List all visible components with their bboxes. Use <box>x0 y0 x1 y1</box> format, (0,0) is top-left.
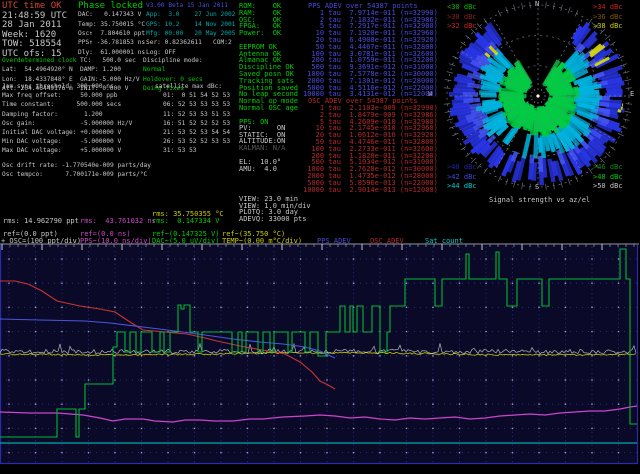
view-settings-row: ADEVQ: 33000 pts <box>239 216 306 223</box>
satellite-max-dbc-header: satellite max dBc: <box>155 84 222 90</box>
legend-pps-adev: PPS ADEV <box>317 238 351 245</box>
legend-gt50dbc: >50 dBc <box>593 183 623 190</box>
osc-adev-table-row: 10000 tau 2.9014e-013 (n=12000) <box>303 187 438 194</box>
cable-delay: Dly: 61.000001 ns <box>78 50 145 56</box>
rms-dac: rms: 0.147334 V <box>152 218 219 225</box>
scale-osc: + OSC=(100 ppt/div) <box>1 238 81 245</box>
legend-gt34dbc: >34 dBc <box>593 4 623 11</box>
satellite-max-dbc-row: 26: 53 52 52 53 53 <box>163 139 230 145</box>
polar-caption: Signal strength vs az/el <box>489 197 590 204</box>
cardinal-s: S <box>535 184 539 191</box>
legend-osc-adev: OSC ADEV <box>370 238 404 245</box>
rms-osc: rms: 14.962790 ppt <box>3 218 79 225</box>
legend-gt44dbc: >44 dBc <box>447 183 477 190</box>
satellite-max-dbc-row: 01: 0 51 54 52 53 <box>163 93 230 99</box>
receiver-health-row: Power: OK <box>239 30 281 37</box>
pps-offset: PPS↑ -36.781853 ns <box>78 40 145 46</box>
legend-sat-count: Sat count <box>425 238 463 245</box>
cardinal-e: E <box>630 91 634 98</box>
disciplining-params-row: Max freq offset: 50.000 ppb <box>2 93 117 99</box>
satellite-max-dbc-row: 21: 53 52 53 54 54 <box>163 130 230 136</box>
discipline-status: Phase locked <box>78 2 143 11</box>
disciplining-params-row: Osc gain: -5.000000 Hz/V <box>2 121 132 127</box>
satellite-max-dbc-row: 11: 52 53 53 51 53 <box>163 112 230 118</box>
disciplining-params-row: Jam sync threshold: 300.000 ns <box>2 84 114 90</box>
disciplining-params-row: Initial DAC voltage: +0.000000 V <box>2 130 121 136</box>
disciplining-params-row: Max DAC voltage: +5.000000 V <box>2 148 121 154</box>
legend-lt30dbc: <30 dBc <box>447 4 477 11</box>
discipline-mode-value: Normal <box>143 67 165 73</box>
log-status: Log: OFF <box>146 50 176 56</box>
discipline-mode-label: Discipline mode: <box>143 58 203 64</box>
disciplining-params-row: Min DAC voltage: -5.000000 V <box>2 139 121 145</box>
disciplining-params-row: Damping factor: 1.200 <box>2 112 103 118</box>
receiver-mode: Overdetermined clock <box>2 58 77 64</box>
legend-gt42dbc: >42 dBc <box>447 174 477 181</box>
satellite-max-dbc-row: 16: 51 52 52 52 53 <box>163 121 230 127</box>
receiver-health-row: Normal OSC age <box>239 105 298 112</box>
cardinal-n: N <box>535 1 539 8</box>
program-version: V3.00 Beta 15 Jan 2011 <box>146 3 228 9</box>
legend-gt30dbc: >30 dBc <box>447 14 477 21</box>
latitude: Lat: 54.4964920° N <box>2 67 73 73</box>
fw-gps-version: GPS: 10.2 14 Nov 2001 <box>146 22 235 28</box>
receiver-config-row: AMU: 4.0 <box>239 166 277 173</box>
satellite-max-dbc-row: 06: 52 53 53 53 53 <box>163 102 230 108</box>
rms-pps: rms: 43.761032 ns <box>80 218 156 225</box>
gain: GAIN:-5.000 Hz/V <box>80 77 140 83</box>
holdover: Holdover: 0 secs <box>143 77 203 83</box>
satellite-max-dbc-row: 31: 53 53 <box>163 148 197 154</box>
fw-app-version: App: 3.0 27 Jun 2002 <box>146 12 235 18</box>
time-constant: TC: 500.0 sec <box>80 58 136 64</box>
longitude: Lon: 18.4337848° E <box>2 77 73 83</box>
osc-drift-rate: Osc drift rate: -1.770540e-009 parts/day <box>2 163 151 169</box>
scale-temp: TEMP~(0.00 m°C/div) <box>222 238 302 245</box>
osc-tempco: Osc tempco: 7.700171e-009 parts/°C <box>2 172 147 178</box>
dac-voltage: DAC: 0.147343 V <box>78 12 141 18</box>
osc-offset: Osc↑ 7.804610 ppt <box>78 31 145 37</box>
legend-gt46dbc: >46 dBc <box>593 164 623 171</box>
utc-date: 28 Jan 2011 <box>2 21 62 30</box>
serial-number: Ser: 0.82362611 COM:2 <box>146 40 232 46</box>
damping: DAMP: 1.200 <box>80 67 121 73</box>
scale-pps: PPS~(10.0 ns/div) <box>80 238 152 245</box>
temperature: Temp: 35.750015 °C <box>78 22 145 28</box>
receiver-config-row: KALMAN: N/A <box>239 145 285 152</box>
legend-gt38dbc: >38 dBc <box>593 23 623 30</box>
legend-gt48dbc: >48 dBc <box>593 174 623 181</box>
lady-heather-console: UTC time OK21:48:59 UTC28 Jan 2011Week: … <box>0 0 640 474</box>
disciplining-params-row: Time constant: 500.000 secs <box>2 102 121 108</box>
utc-status: UTC time OK <box>2 2 62 11</box>
fw-mfg-date: Mfg: 00:00 20 May 2005 <box>146 31 235 37</box>
legend-gt36dbc: >36 dBc <box>593 14 623 21</box>
legend-gt32dbc: >32 dBc <box>447 23 477 30</box>
legend-gt40dbc: >40 dBc <box>447 164 477 171</box>
scale-dac: DAC~(5.0 uV/div) <box>152 238 219 245</box>
